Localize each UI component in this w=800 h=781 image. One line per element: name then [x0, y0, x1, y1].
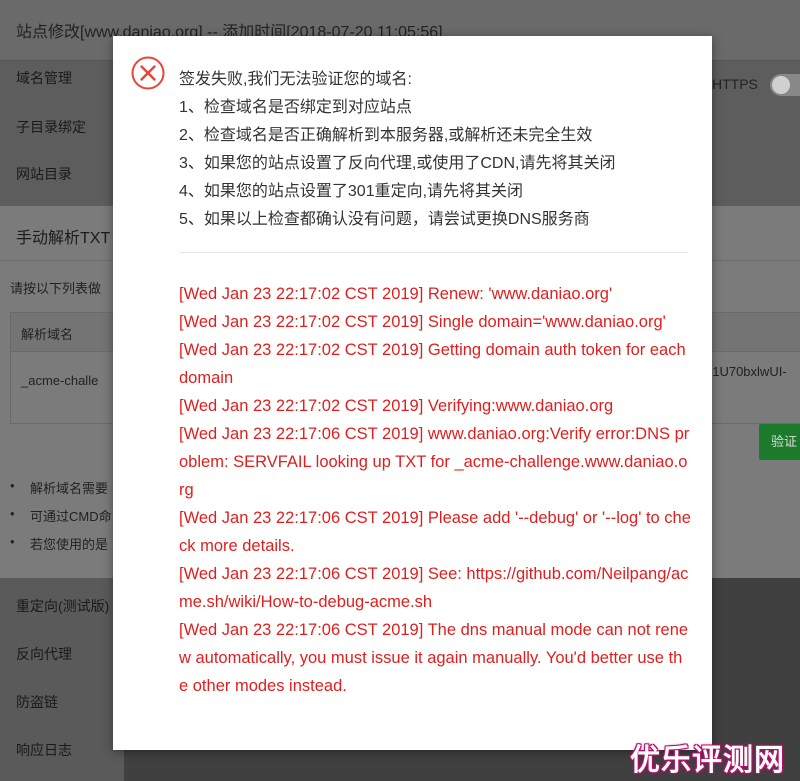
list-item: 可通过CMD命 — [10, 506, 112, 534]
https-label: HTTPS — [712, 76, 758, 92]
error-x-circle-icon — [131, 56, 165, 90]
error-alert-dialog: 签发失败,我们无法验证您的域名: 1、检查域名是否绑定到对应站点 2、检查域名是… — [113, 36, 712, 750]
list-item: 解析域名需要 — [10, 478, 112, 506]
table-cell-domain: _acme-challe — [21, 373, 99, 388]
sidebar-item-access-log[interactable]: 响应日志 — [16, 740, 72, 760]
log-line: [Wed Jan 23 22:17:06 CST 2019] The dns m… — [179, 621, 689, 695]
log-line: [Wed Jan 23 22:17:06 CST 2019] Please ad… — [179, 509, 691, 555]
table-header-domain: 解析域名 — [21, 327, 74, 342]
log-line: [Wed Jan 23 22:17:06 CST 2019] See: http… — [179, 565, 689, 611]
sidebar-item-redirect[interactable]: 重定向(测试版) — [16, 596, 109, 616]
check-item-4: 4、如果您的站点设置了301重定向,请先将其关闭 — [179, 183, 524, 200]
check-item-3: 3、如果您的站点设置了反向代理,或使用了CDN,请先将其关闭 — [179, 155, 616, 172]
sidebar-item-reverse-proxy[interactable]: 反向代理 — [16, 644, 72, 664]
sidebar-item-domain-management[interactable]: 域名管理 — [16, 68, 72, 88]
check-item-2: 2、检查域名是否正确解析到本服务器,或解析还未完全生效 — [179, 127, 593, 144]
sidebar-item-subdir-binding[interactable]: 子目录绑定 — [16, 117, 86, 137]
log-line: [Wed Jan 23 22:17:02 CST 2019] Single do… — [179, 313, 666, 331]
log-line: [Wed Jan 23 22:17:02 CST 2019] Getting d… — [179, 341, 686, 387]
sidebar-item-site-directory[interactable]: 网站目录 — [16, 164, 72, 184]
sidebar-item-hotlink-protection[interactable]: 防盗链 — [16, 692, 58, 712]
error-log: [Wed Jan 23 22:17:02 CST 2019] Renew: 'w… — [179, 280, 691, 700]
list-item: 若您使用的是 — [10, 534, 112, 562]
check-item-1: 1、检查域名是否绑定到对应站点 — [179, 99, 412, 116]
table-cell-value: 01U70bxlwUI- — [705, 364, 787, 379]
log-line: [Wed Jan 23 22:17:02 CST 2019] Verifying… — [179, 397, 614, 415]
site-watermark: 优乐评测网 — [630, 735, 790, 778]
sidebar-lower: 重定向(测试版) 反向代理 防盗链 响应日志 — [0, 578, 124, 781]
manual-txt-title: 手动解析TXT — [16, 230, 111, 247]
alert-title: 签发失败,我们无法验证您的域名: — [179, 71, 412, 88]
notes-list: 解析域名需要 可通过CMD命 若您使用的是 — [10, 478, 112, 562]
watermark-text: 优乐评测网 — [630, 743, 785, 778]
log-line: [Wed Jan 23 22:17:06 CST 2019] www.dania… — [179, 425, 690, 499]
verify-button[interactable]: 验证 — [759, 424, 800, 460]
manual-txt-tip: 请按以下列表做 — [10, 281, 102, 296]
alert-divider — [179, 252, 688, 253]
log-line: [Wed Jan 23 22:17:02 CST 2019] Renew: 'w… — [179, 285, 613, 303]
check-item-5: 5、如果以上检查都确认没有问题，请尝试更换DNS服务商 — [179, 211, 590, 228]
https-toggle[interactable] — [770, 74, 800, 96]
